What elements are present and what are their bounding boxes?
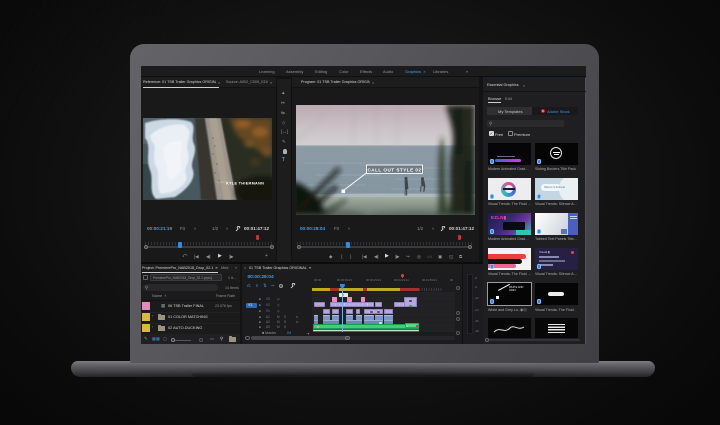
svg-text:KYLE THIERMANN: KYLE THIERMANN [226,182,264,186]
svg-text:CALL OUT STYLE 02: CALL OUT STYLE 02 [367,167,421,172]
